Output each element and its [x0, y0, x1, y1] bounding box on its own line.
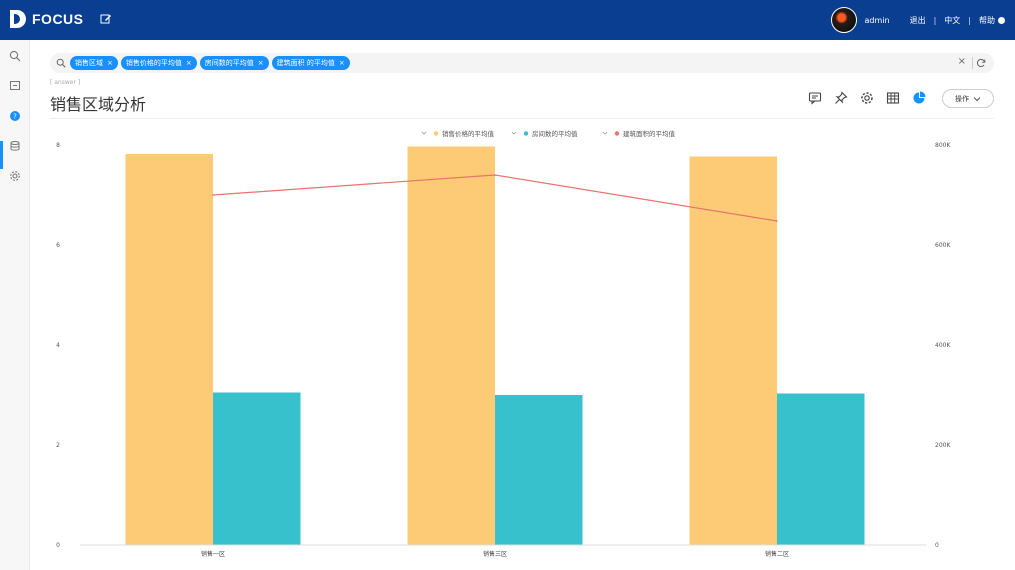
- username[interactable]: admin: [865, 16, 890, 25]
- bar-line-chart: 销售价格的平均值 房间数的平均值 建筑面积的平均值 0 2 4 6 8 0 200K 400K 6…: [56, 129, 951, 558]
- legend-item: 房间数的平均值: [511, 129, 578, 138]
- y-tick-label-left: 0: [56, 542, 60, 549]
- clear-search-icon[interactable]: ×: [958, 56, 966, 67]
- board-icon[interactable]: [9, 80, 21, 92]
- bar: [689, 156, 777, 545]
- search-chip[interactable]: 销售区域 ×: [70, 56, 118, 70]
- bars: [125, 146, 865, 545]
- x-tick-label: 销售三区: [483, 550, 507, 558]
- chip-close-icon[interactable]: ×: [258, 56, 264, 70]
- legend-swatch: [433, 131, 439, 136]
- chart-legend: 销售价格的平均值 房间数的平均值 建筑面积的平均值: [421, 129, 676, 138]
- avatar[interactable]: [830, 7, 857, 33]
- table-icon[interactable]: [886, 91, 900, 105]
- search-chip[interactable]: 房间数的平均值 ×: [199, 56, 269, 70]
- page-title: 销售区域分析: [50, 95, 147, 114]
- legend-swatch: [614, 131, 620, 136]
- top-nav-bar: FOCUS admin 退出 | 中文 | 帮助: [0, 0, 1015, 40]
- line-point: [212, 194, 214, 196]
- comment-icon[interactable]: [808, 91, 822, 105]
- answer-tag: [ answer ]: [50, 79, 81, 86]
- line-point: [494, 174, 496, 176]
- chip-label: 销售区域: [75, 59, 103, 67]
- language-switch[interactable]: 中文: [944, 15, 960, 26]
- bar: [213, 392, 301, 545]
- svg-text:?: ?: [13, 113, 17, 121]
- database-icon[interactable]: [9, 140, 21, 152]
- y-tick-label-left: 6: [56, 242, 60, 249]
- chip-label: 房间数的平均值: [204, 59, 254, 67]
- sidebar: ?: [0, 40, 30, 570]
- settings-icon[interactable]: [860, 91, 874, 105]
- user-menu: admin 退出 | 中文 | 帮助: [830, 0, 1005, 40]
- bar: [407, 146, 495, 545]
- legend-label: 销售价格的平均值: [442, 129, 495, 138]
- y-tick-label-right: 200K: [935, 442, 951, 449]
- chevron-down-icon: [973, 96, 981, 101]
- help-icon[interactable]: [998, 16, 1005, 24]
- search-icon[interactable]: [56, 58, 66, 68]
- chip-label: 建筑面积 的平均值: [276, 59, 335, 67]
- help-circle-icon[interactable]: ?: [9, 110, 21, 122]
- title-divider: [50, 118, 994, 119]
- logo-text: FOCUS: [32, 11, 84, 27]
- y-tick-label-right: 600K: [935, 242, 951, 249]
- y-tick-label-right: 0: [935, 542, 939, 549]
- bar: [495, 395, 583, 545]
- operations-button-label: 操作: [955, 94, 969, 103]
- x-tick-label: 销售二区: [765, 550, 789, 558]
- bar: [777, 393, 865, 545]
- legend-swatch: [523, 131, 529, 136]
- line-point: [776, 220, 778, 222]
- bar: [125, 154, 213, 545]
- search-chip[interactable]: 建筑面积 的平均值 ×: [271, 56, 350, 70]
- search-tokens: 销售区域 × 销售价格的平均值 × 房间数的平均值 × 建筑面积 的平均值 ×: [70, 56, 350, 70]
- separator: |: [968, 15, 971, 25]
- left-axis: 0 2 4 6 8: [56, 142, 60, 549]
- logo-icon: [10, 10, 26, 28]
- operations-button[interactable]: 操作: [942, 89, 994, 108]
- refresh-icon[interactable]: [976, 58, 986, 68]
- chip-label: 销售价格的平均值: [125, 59, 182, 67]
- pin-icon[interactable]: [834, 91, 848, 105]
- legend-label: 房间数的平均值: [532, 129, 578, 138]
- chip-close-icon[interactable]: ×: [107, 56, 113, 70]
- y-tick-label-right: 400K: [935, 342, 951, 349]
- chevron-down-icon: [511, 131, 517, 135]
- y-tick-label-left: 4: [56, 342, 60, 349]
- x-axis: 销售一区 销售三区 销售二区: [80, 544, 926, 558]
- edit-icon[interactable]: [100, 13, 112, 25]
- search-bar[interactable]: 销售区域 × 销售价格的平均值 × 房间数的平均值 × 建筑面积 的平均值 × ×: [50, 53, 994, 73]
- right-axis: 0 200K 400K 600K 800K: [935, 142, 951, 549]
- separator: |: [933, 15, 937, 25]
- logout-link[interactable]: 退出: [910, 15, 926, 26]
- legend-item: 销售价格的平均值: [421, 129, 495, 138]
- pie-chart-icon[interactable]: [912, 91, 926, 105]
- divider: [972, 57, 973, 69]
- x-tick-label: 销售一区: [201, 550, 225, 558]
- chip-close-icon[interactable]: ×: [186, 56, 192, 70]
- help-link[interactable]: 帮助: [979, 15, 995, 26]
- chip-close-icon[interactable]: ×: [339, 56, 345, 70]
- search-chip[interactable]: 销售价格的平均值 ×: [120, 56, 197, 70]
- search-icon[interactable]: [9, 50, 21, 62]
- chevron-down-icon: [421, 131, 427, 135]
- focus-logo[interactable]: FOCUS: [10, 10, 84, 28]
- y-tick-label-left: 8: [56, 142, 60, 149]
- y-tick-label-right: 800K: [935, 142, 951, 149]
- sidebar-active-indicator: [0, 141, 3, 169]
- gear-icon[interactable]: [9, 170, 21, 182]
- y-tick-label-left: 2: [56, 442, 60, 449]
- legend-item: 建筑面积的平均值: [602, 129, 676, 138]
- chevron-down-icon: [602, 131, 608, 135]
- legend-label: 建筑面积的平均值: [623, 129, 676, 138]
- chart-toolbar: [808, 91, 926, 105]
